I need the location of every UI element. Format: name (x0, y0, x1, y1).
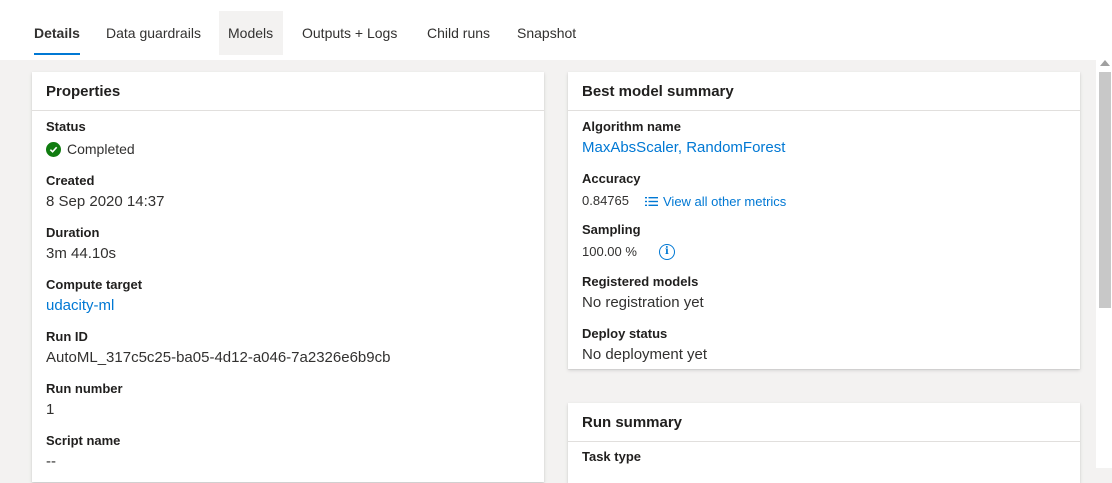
algorithm-label: Algorithm name (582, 119, 681, 134)
tab-outputs-logs[interactable]: Outputs + Logs (293, 11, 406, 55)
status-row: Completed (46, 139, 135, 159)
sampling-label: Sampling (582, 222, 641, 237)
duration-label: Duration (46, 225, 100, 240)
registered-models-label: Registered models (582, 274, 699, 289)
run-id-label: Run ID (46, 329, 88, 344)
run-summary-title: Run summary (568, 403, 1080, 442)
info-icon[interactable]: i (658, 244, 675, 260)
tab-child-runs[interactable]: Child runs (418, 11, 499, 55)
tab-models[interactable]: Models (219, 11, 283, 55)
tab-data-guardrails[interactable]: Data guardrails (97, 11, 210, 55)
status-value: Completed (67, 141, 135, 157)
properties-title: Properties (32, 72, 544, 111)
script-name-label: Script name (46, 433, 121, 448)
created-label: Created (46, 173, 95, 188)
run-id-value: AutoML_317c5c25-ba05-4d12-a046-7a2326e6b… (46, 349, 391, 366)
tab-bar: Details Data guardrails Models Outputs +… (0, 0, 1112, 60)
sampling-field: Sampling 100.00 % i (582, 222, 675, 262)
best-model-title: Best model summary (568, 72, 1080, 111)
status-label: Status (46, 119, 86, 134)
sampling-row: 100.00 % i (582, 242, 675, 262)
deploy-status-field: Deploy status No deployment yet (582, 326, 707, 365)
tab-snapshot[interactable]: Snapshot (508, 11, 585, 55)
deploy-status-value: No deployment yet (582, 346, 708, 363)
accuracy-field: Accuracy 0.84765 View all other metrics (582, 171, 786, 211)
view-metrics-link[interactable]: View all other metrics (645, 194, 786, 209)
scrollbar-thumb[interactable] (1099, 72, 1111, 308)
created-value: 8 Sep 2020 14:37 (46, 193, 165, 210)
registered-models-value: No registration yet (582, 294, 704, 311)
duration-field: Duration 3m 44.10s (46, 225, 116, 264)
created-field: Created 8 Sep 2020 14:37 (46, 173, 164, 212)
best-model-card: Best model summary Algorithm name MaxAbs… (568, 72, 1080, 369)
run-number-field: Run number 1 (46, 381, 123, 420)
properties-card: Properties Status Completed Created 8 Se… (32, 72, 544, 482)
view-metrics-label: View all other metrics (663, 193, 787, 209)
accuracy-row: 0.84765 View all other metrics (582, 191, 786, 211)
status-field: Status Completed (46, 119, 135, 159)
run-summary-card: Run summary Task type (568, 403, 1080, 483)
duration-value: 3m 44.10s (46, 245, 117, 262)
compute-target-link[interactable]: udacity-ml (46, 296, 142, 316)
task-type-label: Task type (582, 449, 642, 464)
sampling-value: 100.00 % (582, 244, 637, 259)
script-name-value: -- (46, 453, 56, 470)
registered-models-field: Registered models No registration yet (582, 274, 704, 313)
tab-details[interactable]: Details (25, 11, 89, 55)
accuracy-label: Accuracy (582, 171, 641, 186)
deploy-status-label: Deploy status (582, 326, 668, 341)
algorithm-link[interactable]: MaxAbsScaler, RandomForest (582, 138, 785, 158)
task-type-field: Task type (582, 449, 641, 465)
run-id-field: Run ID AutoML_317c5c25-ba05-4d12-a046-7a… (46, 329, 390, 368)
scroll-up-icon[interactable] (1100, 60, 1110, 66)
run-number-label: Run number (46, 381, 123, 396)
run-number-value: 1 (46, 401, 55, 418)
compute-target-label: Compute target (46, 277, 143, 292)
compute-target-field: Compute target udacity-ml (46, 277, 142, 316)
check-circle-icon (46, 141, 61, 157)
script-name-field: Script name -- (46, 433, 120, 472)
accuracy-value: 0.84765 (582, 193, 629, 208)
algorithm-field: Algorithm name MaxAbsScaler, RandomFores… (582, 119, 785, 158)
list-icon (645, 196, 658, 207)
